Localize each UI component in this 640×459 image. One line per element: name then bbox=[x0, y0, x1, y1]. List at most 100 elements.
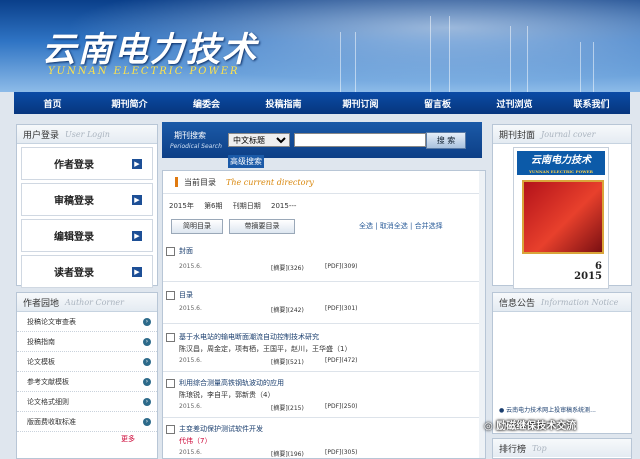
arrow-right-icon: ▶ bbox=[132, 158, 142, 169]
deselect-all-link[interactable]: 取消全选 bbox=[380, 222, 408, 230]
main-nav: 首页 期刊简介 编委会 投稿指南 期刊订阅 留言板 过刊浏览 联系我们 bbox=[14, 92, 630, 114]
merge-selection-link[interactable]: 合并选择 bbox=[415, 222, 443, 230]
article-date: 2015.6. bbox=[179, 263, 202, 270]
article-authors: 陈琅锐，李自平，郭新贵（4） bbox=[179, 391, 275, 399]
link-label: 论文格式细则 bbox=[27, 397, 69, 406]
nav-contact[interactable]: 联系我们 bbox=[553, 97, 630, 110]
panel-title: 用户登录 bbox=[23, 130, 60, 141]
panel-title-en: Journal cover bbox=[541, 129, 596, 139]
issue-number: 第6期 bbox=[204, 202, 223, 210]
panel-title: 作者园地 bbox=[23, 298, 60, 309]
article-item: 基于水电站的输电断面潮流自动控制技术研究 陈汉昌，周金定，项有栖，王国平，赵川，… bbox=[163, 329, 479, 372]
nav-journal-intro[interactable]: 期刊简介 bbox=[91, 97, 168, 110]
reader-login-button[interactable]: 读者登录 ▶ bbox=[21, 255, 153, 288]
search-label: 期刊搜索 bbox=[174, 131, 206, 140]
journal-cover-image[interactable]: 云南电力技术 YUNNAN ELECTRIC POWER 6 2015 bbox=[513, 147, 609, 289]
site-logo[interactable]: 云南电力技术 bbox=[42, 22, 258, 71]
notice-item[interactable]: ● 云南电力技术网上投审稿系统测... bbox=[499, 405, 596, 414]
directory-title-en: The current directory bbox=[226, 177, 314, 187]
wechat-icon: ◎ bbox=[484, 421, 497, 432]
search-button[interactable]: 搜 索 bbox=[426, 132, 466, 149]
advanced-search-link[interactable]: 高级搜索 bbox=[228, 155, 264, 168]
button-label: 读者登录 bbox=[54, 268, 94, 279]
link-label: 投稿论文审查表 bbox=[27, 317, 76, 326]
panel-header: 排行榜 Top bbox=[493, 439, 631, 457]
issue-date-value: 2015--- bbox=[271, 202, 297, 210]
search-label-en: Periodical Search bbox=[170, 143, 222, 150]
ranking-panel: 排行榜 Top bbox=[492, 438, 632, 459]
article-authors: 陈汉昌，周金定，项有栖，王国平，赵川，王华盛（1） bbox=[179, 345, 352, 353]
nav-message-board[interactable]: 留言板 bbox=[399, 97, 476, 110]
article-item: 封面 2015.6. [摘要](326) [PDF](309) bbox=[163, 241, 479, 282]
panel-title-en: Information Notice bbox=[541, 297, 619, 307]
header-accent bbox=[175, 177, 178, 187]
article-checkbox[interactable] bbox=[166, 425, 175, 434]
power-tower-graphic bbox=[580, 42, 594, 92]
nav-submission-guide[interactable]: 投稿指南 bbox=[245, 97, 322, 110]
power-tower-graphic bbox=[510, 26, 528, 92]
article-title[interactable]: 主变差动保护测试软件开发 bbox=[179, 424, 263, 434]
notice-item-text: 云南电力技术网上投审稿系统测... bbox=[506, 407, 596, 414]
panel-title-en: User Login bbox=[65, 129, 110, 139]
nav-home[interactable]: 首页 bbox=[14, 97, 91, 110]
pdf-link[interactable]: [PDF](305) bbox=[325, 449, 358, 456]
panel-header: 信息公告 Information Notice bbox=[493, 293, 631, 312]
article-item: 主变差动保护测试软件开发 代伟（7） 2015.6. [摘要](196) [PD… bbox=[163, 421, 479, 458]
issue-year: 2015年 bbox=[169, 202, 194, 210]
more-link[interactable]: 更多 bbox=[17, 432, 157, 444]
panel-header: 作者园地 Author Corner bbox=[17, 293, 157, 312]
directory-scrollbar[interactable] bbox=[479, 171, 485, 458]
select-all-link[interactable]: 全选 bbox=[359, 222, 373, 230]
power-tower-graphic bbox=[430, 16, 450, 92]
abstract-link[interactable]: [摘要](521) bbox=[271, 357, 304, 366]
article-checkbox[interactable] bbox=[166, 247, 175, 256]
author-link-guide[interactable]: 投稿指南 › bbox=[17, 332, 157, 352]
article-title[interactable]: 封面 bbox=[179, 246, 193, 256]
cover-issue-year: 2015 bbox=[574, 271, 602, 282]
article-checkbox[interactable] bbox=[166, 333, 175, 342]
button-label: 审稿登录 bbox=[54, 196, 94, 207]
article-title[interactable]: 目录 bbox=[179, 290, 193, 300]
link-label: 参考文献模板 bbox=[27, 377, 69, 386]
cover-masthead: 云南电力技术 YUNNAN ELECTRIC POWER bbox=[517, 151, 605, 175]
article-authors: 代伟（7） bbox=[179, 437, 212, 445]
directory-header: 当前目录 The current directory bbox=[163, 171, 485, 194]
pdf-link[interactable]: [PDF](472) bbox=[325, 357, 358, 364]
issue-info: 2015年 第6期 刊期日期 2015--- bbox=[169, 201, 304, 211]
author-link-reference-template[interactable]: 参考文献模板 › bbox=[17, 372, 157, 392]
abstract-link[interactable]: [摘要](242) bbox=[271, 305, 304, 314]
nav-subscribe[interactable]: 期刊订阅 bbox=[322, 97, 399, 110]
tab-simple-directory[interactable]: 简明目录 bbox=[171, 219, 223, 234]
abstract-link[interactable]: [摘要](215) bbox=[271, 403, 304, 412]
abstract-link[interactable]: [摘要](326) bbox=[271, 263, 304, 272]
arrow-right-icon: › bbox=[143, 317, 151, 326]
nav-editorial-board[interactable]: 编委会 bbox=[168, 97, 245, 110]
author-link-format-rules[interactable]: 论文格式细则 › bbox=[17, 392, 157, 412]
button-label: 编辑登录 bbox=[54, 232, 94, 243]
tab-abstract-directory[interactable]: 带摘要目录 bbox=[229, 219, 295, 234]
editor-login-button[interactable]: 编辑登录 ▶ bbox=[21, 219, 153, 252]
article-date: 2015.6. bbox=[179, 305, 202, 312]
panel-title-en: Top bbox=[532, 443, 547, 453]
pdf-link[interactable]: [PDF](301) bbox=[325, 305, 358, 312]
nav-past-issues[interactable]: 过刊浏览 bbox=[476, 97, 553, 110]
arrow-right-icon: › bbox=[143, 417, 151, 426]
pdf-link[interactable]: [PDF](250) bbox=[325, 403, 358, 410]
panel-header: 期刊封面 Journal cover bbox=[493, 125, 631, 144]
search-input[interactable] bbox=[294, 133, 426, 147]
article-checkbox[interactable] bbox=[166, 379, 175, 388]
author-link-fee-standard[interactable]: 版面费收取标准 › bbox=[17, 412, 157, 432]
author-login-button[interactable]: 作者登录 ▶ bbox=[21, 147, 153, 180]
author-link-template[interactable]: 论文模板 › bbox=[17, 352, 157, 372]
reviewer-login-button[interactable]: 审稿登录 ▶ bbox=[21, 183, 153, 216]
article-title[interactable]: 利用综合测量高铁钢轨波动的应用 bbox=[179, 378, 284, 388]
pdf-link[interactable]: [PDF](309) bbox=[325, 263, 358, 270]
wechat-watermark: ◎ 励磁继保技术交流 bbox=[484, 417, 576, 432]
article-item: 利用综合测量高铁钢轨波动的应用 陈琅锐，李自平，郭新贵（4） 2015.6. [… bbox=[163, 375, 479, 418]
cover-photo bbox=[522, 180, 604, 254]
article-title[interactable]: 基于水电站的输电断面潮流自动控制技术研究 bbox=[179, 332, 319, 342]
search-field-select[interactable]: 中文标题 bbox=[228, 133, 290, 147]
author-link-review-form[interactable]: 投稿论文审查表 › bbox=[17, 312, 157, 332]
button-label: 作者登录 bbox=[54, 160, 94, 171]
article-checkbox[interactable] bbox=[166, 291, 175, 300]
